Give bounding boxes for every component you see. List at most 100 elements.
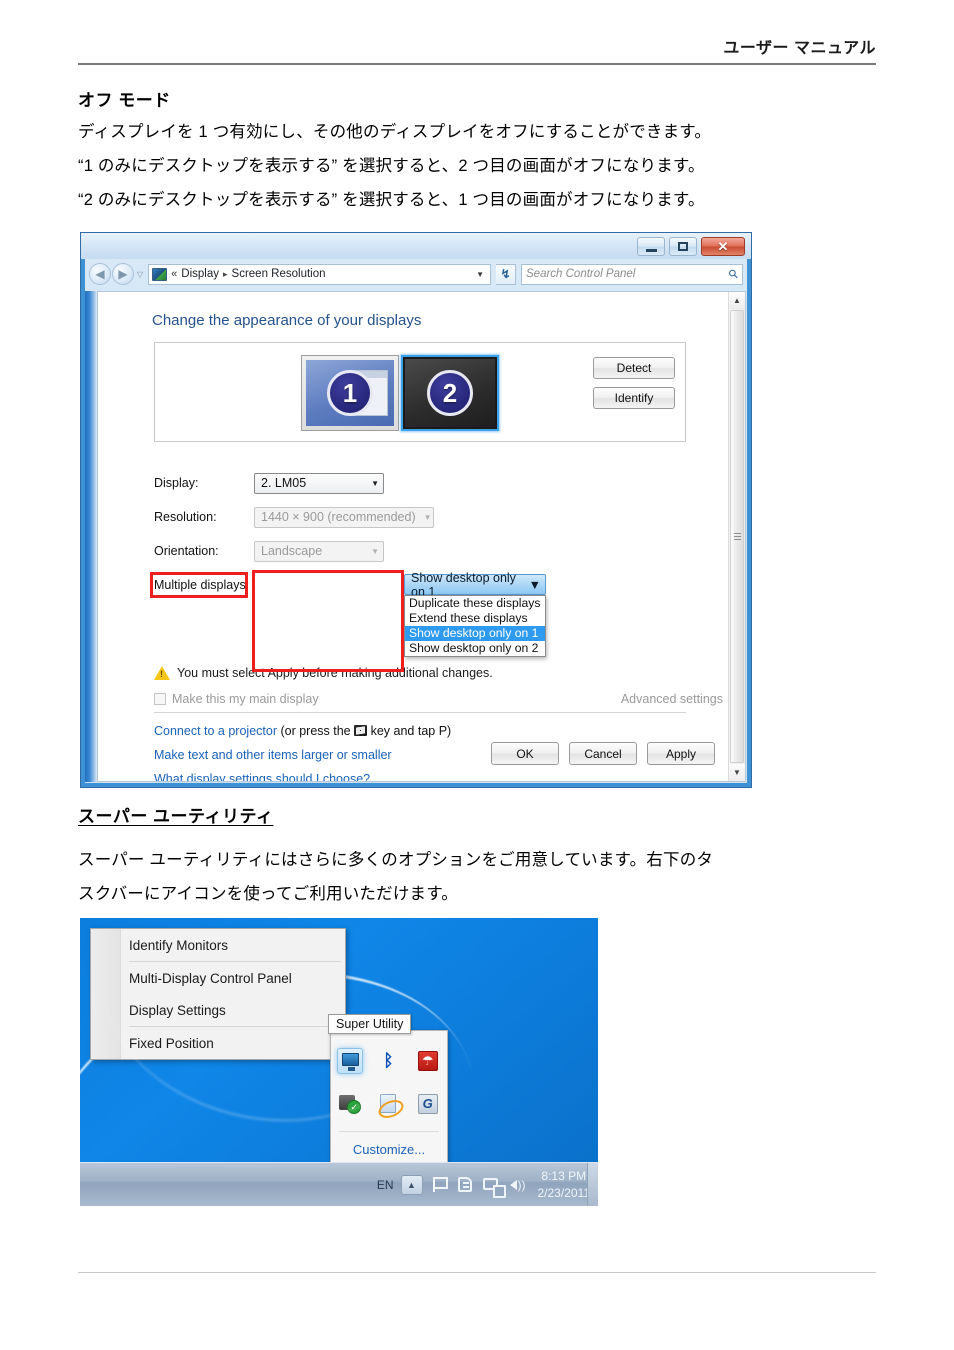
- orientation-select[interactable]: Landscape ▼: [254, 540, 384, 562]
- vertical-scrollbar[interactable]: ▲ ▼: [728, 292, 745, 781]
- multiple-displays-dropdown-list[interactable]: Duplicate these displays Extend these di…: [404, 595, 546, 657]
- display-control-panel-icon: [152, 267, 168, 281]
- window-titlebar: ✕: [81, 233, 751, 259]
- clock-time: 8:13 PM: [541, 1169, 587, 1184]
- manual-header-title: ユーザー マニュアル: [723, 40, 876, 57]
- action-center-icon[interactable]: [456, 1175, 475, 1194]
- breadcrumb-display[interactable]: Display: [181, 268, 219, 280]
- detect-button[interactable]: Detect: [593, 357, 675, 379]
- tray-popup-divider: [339, 1131, 439, 1132]
- menu-item-multi-display-control-panel[interactable]: Multi-Display Control Panel: [91, 962, 345, 994]
- preview-button-column: Detect Identify: [593, 357, 675, 409]
- section-title-super-utility: スーパー ユーティリティ: [78, 807, 274, 826]
- navigation-pane-edge: [85, 291, 97, 782]
- dropdown-option-show-only-2[interactable]: Show desktop only on 2: [405, 641, 545, 656]
- language-indicator[interactable]: EN: [377, 1178, 394, 1192]
- advanced-settings-link[interactable]: Advanced settings: [621, 692, 723, 706]
- off-mode-line-2: “1 のみにデスクトップを表示する” を選択すると、2 つ目の画面がオフになりま…: [78, 157, 705, 175]
- connect-projector-link-row: Connect to a projector (or press the key…: [154, 724, 451, 738]
- display-select[interactable]: 2. LM05 ▼: [254, 472, 384, 494]
- show-hidden-icons-button[interactable]: ▲: [400, 1174, 423, 1195]
- taskbar: EN ▲ 8:13 PM 2/23/2011: [80, 1162, 598, 1206]
- antivirus-umbrella-icon[interactable]: ☂: [415, 1048, 441, 1074]
- off-mode-line-1: ディスプレイを 1 つ有効にし、その他のディスプレイをオフにすることができます。: [78, 123, 712, 141]
- maximize-button[interactable]: [669, 237, 697, 256]
- monitor-1[interactable]: 1: [301, 355, 399, 431]
- tray-icon-grid: ᛒ ☂ G: [331, 1039, 447, 1125]
- connect-projector-link[interactable]: Connect to a projector: [154, 724, 277, 738]
- resolution-label: Resolution:: [154, 510, 217, 524]
- g-app-icon[interactable]: G: [415, 1091, 441, 1117]
- bluetooth-icon[interactable]: ᛒ: [376, 1048, 402, 1074]
- window-content-pane: Change the appearance of your displays 1…: [97, 291, 746, 782]
- header-rule: [78, 63, 876, 65]
- resolution-select[interactable]: 1440 × 900 (recommended) ▼: [254, 506, 434, 528]
- dropdown-option-extend[interactable]: Extend these displays: [405, 611, 545, 626]
- screen-resolution-window: ✕ ◀ ▶ ▽ « Display ▸ Screen Resolution ▼ …: [80, 232, 752, 788]
- page-header: ユーザー マニュアル: [78, 34, 876, 65]
- monitor-preview-area[interactable]: 1 2 Detect Identify: [154, 342, 686, 442]
- footer-rule: [78, 1272, 876, 1273]
- forward-button[interactable]: ▶: [112, 263, 134, 285]
- clock-date: 2/23/2011: [537, 1185, 591, 1200]
- apply-button[interactable]: Apply: [647, 742, 715, 765]
- highlight-box-multiple-displays-dropdown: [252, 570, 404, 672]
- address-bar[interactable]: « Display ▸ Screen Resolution ▼: [148, 263, 491, 285]
- search-input[interactable]: Search Control Panel ⚲: [521, 263, 743, 285]
- monitor-2-screen: 2: [405, 359, 495, 427]
- minimize-icon: [645, 248, 657, 252]
- breadcrumb-screen-resolution[interactable]: Screen Resolution: [232, 268, 326, 280]
- network-icon[interactable]: [482, 1175, 506, 1198]
- chevron-down-icon: ▼: [371, 546, 379, 556]
- cancel-button[interactable]: Cancel: [569, 742, 637, 765]
- menu-item-display-settings[interactable]: Display Settings: [91, 994, 345, 1026]
- scrollbar-thumb[interactable]: [730, 310, 744, 763]
- make-text-larger-link[interactable]: Make text and other items larger or smal…: [154, 748, 392, 762]
- breadcrumb-overflow-chevrons[interactable]: «: [171, 268, 177, 280]
- chevron-down-icon[interactable]: ▼: [476, 270, 488, 279]
- monitor-2[interactable]: 2: [401, 355, 499, 431]
- notification-area-overflow-popup: ᛒ ☂ G Customize...: [330, 1030, 448, 1172]
- multiple-displays-select[interactable]: Show desktop only on 1 ▼: [404, 571, 546, 599]
- orientation-label: Orientation:: [154, 544, 219, 558]
- maximize-icon: [678, 242, 688, 251]
- display-field-row: Display: 2. LM05 ▼: [154, 472, 384, 494]
- ok-button[interactable]: OK: [491, 742, 559, 765]
- volume-icon[interactable]: [508, 1175, 527, 1194]
- window-controls: ✕: [637, 237, 745, 256]
- orientation-field-row: Orientation: Landscape ▼: [154, 540, 384, 562]
- clock[interactable]: 8:13 PM 2/23/2011: [538, 1168, 591, 1200]
- main-display-checkbox[interactable]: [154, 693, 166, 705]
- safely-remove-usb-icon[interactable]: [337, 1091, 363, 1117]
- super-utility-context-menu: Identify Monitors Multi-Display Control …: [90, 928, 346, 1060]
- recent-pages-caret[interactable]: ▽: [137, 270, 143, 279]
- scroll-up-button[interactable]: ▲: [729, 292, 745, 309]
- customize-link[interactable]: Customize...: [331, 1142, 447, 1157]
- dropdown-option-show-only-1[interactable]: Show desktop only on 1: [405, 626, 545, 641]
- show-desktop-button[interactable]: [587, 1163, 598, 1206]
- display-select-value: 2. LM05: [261, 476, 307, 490]
- super-utility-monitor-icon[interactable]: [337, 1047, 364, 1074]
- refresh-icon: ↯: [500, 267, 511, 281]
- close-icon: ✕: [717, 239, 729, 254]
- flag-icon[interactable]: [430, 1175, 449, 1194]
- content-divider: [154, 712, 686, 713]
- notification-area: EN ▲ 8:13 PM 2/23/2011: [377, 1163, 590, 1206]
- address-bar-row: ◀ ▶ ▽ « Display ▸ Screen Resolution ▼ ↯ …: [89, 261, 743, 287]
- network-connection-icon[interactable]: [376, 1091, 402, 1117]
- scroll-down-button[interactable]: ▼: [729, 764, 745, 781]
- menu-item-identify-monitors[interactable]: Identify Monitors: [91, 929, 345, 961]
- back-button[interactable]: ◀: [89, 263, 111, 285]
- monitor-1-screen: 1: [306, 360, 394, 426]
- minimize-button[interactable]: [637, 237, 665, 256]
- menu-separator: [129, 961, 341, 962]
- menu-item-fixed-position[interactable]: Fixed Position: [91, 1027, 345, 1059]
- what-display-settings-link[interactable]: What display settings should I choose?: [154, 772, 370, 781]
- section-title-off-mode: オフ モード: [78, 91, 171, 110]
- context-menu-gutter: [91, 929, 121, 1059]
- close-button[interactable]: ✕: [701, 237, 745, 256]
- main-display-checkbox-row[interactable]: Make this my main display: [154, 692, 319, 706]
- refresh-button[interactable]: ↯: [496, 263, 516, 285]
- dropdown-option-duplicate[interactable]: Duplicate these displays: [405, 596, 545, 611]
- identify-button[interactable]: Identify: [593, 387, 675, 409]
